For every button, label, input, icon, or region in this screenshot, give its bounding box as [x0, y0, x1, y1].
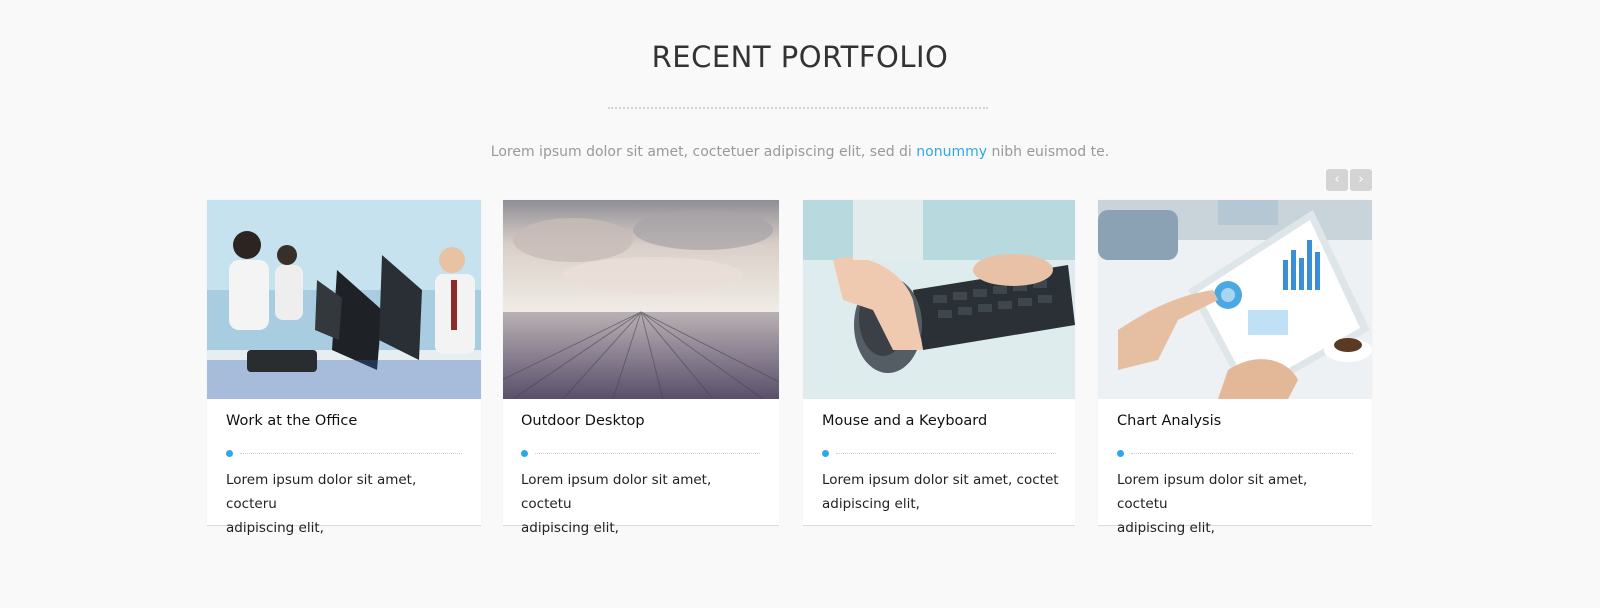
portfolio-card[interactable]: Mouse and a Keyboard Lorem ipsum dolor s…	[803, 200, 1075, 526]
intro-text: Lorem ipsum dolor sit amet, coctetuer ad…	[490, 144, 917, 160]
card-description: Lorem ipsum dolor sit amet, coctetu adip…	[521, 472, 712, 536]
intro-link[interactable]: nonummy	[916, 144, 987, 160]
title-divider	[608, 107, 988, 109]
card-description: Lorem ipsum dolor sit amet, coctetu adip…	[1117, 472, 1308, 536]
dotted-line	[836, 453, 1056, 454]
portfolio-image-office[interactable]	[207, 200, 481, 399]
dotted-line	[535, 453, 760, 454]
card-divider	[1117, 450, 1353, 457]
section-title: RECENT PORTFOLIO	[651, 40, 949, 74]
bullet-dot-icon	[822, 450, 829, 457]
intro-text-end: nibh euismod te.	[987, 144, 1110, 160]
portfolio-card[interactable]: Work at the Office Lorem ipsum dolor sit…	[207, 200, 481, 536]
bullet-dot-icon	[521, 450, 528, 457]
chevron-left-icon: ‹	[1334, 172, 1340, 187]
section-intro: Lorem ipsum dolor sit amet, coctetuer ad…	[0, 144, 1600, 160]
portfolio-image-outdoor[interactable]	[503, 200, 779, 399]
card-description: Lorem ipsum dolor sit amet, coctet adipi…	[822, 472, 1059, 512]
card-divider	[822, 450, 1056, 457]
dotted-line	[1131, 453, 1353, 454]
chevron-right-icon: ›	[1358, 172, 1364, 187]
card-divider	[521, 450, 760, 457]
portfolio-card[interactable]: Outdoor Desktop Lorem ipsum dolor sit am…	[503, 200, 779, 536]
card-title[interactable]: Chart Analysis	[1117, 413, 1221, 429]
card-divider	[226, 450, 462, 457]
card-title[interactable]: Mouse and a Keyboard	[822, 413, 987, 429]
dotted-line	[240, 453, 462, 454]
card-title[interactable]: Work at the Office	[226, 413, 357, 429]
card-description: Lorem ipsum dolor sit amet, cocteru adip…	[226, 472, 417, 536]
carousel-prev-button[interactable]: ‹	[1326, 169, 1348, 191]
portfolio-image-mouse[interactable]	[803, 200, 1075, 399]
bullet-dot-icon	[1117, 450, 1124, 457]
portfolio-image-chart[interactable]	[1098, 200, 1372, 399]
portfolio-card[interactable]: Chart Analysis Lorem ipsum dolor sit ame…	[1098, 200, 1372, 536]
carousel-next-button[interactable]: ›	[1350, 169, 1372, 191]
bullet-dot-icon	[226, 450, 233, 457]
card-title[interactable]: Outdoor Desktop	[521, 413, 645, 429]
